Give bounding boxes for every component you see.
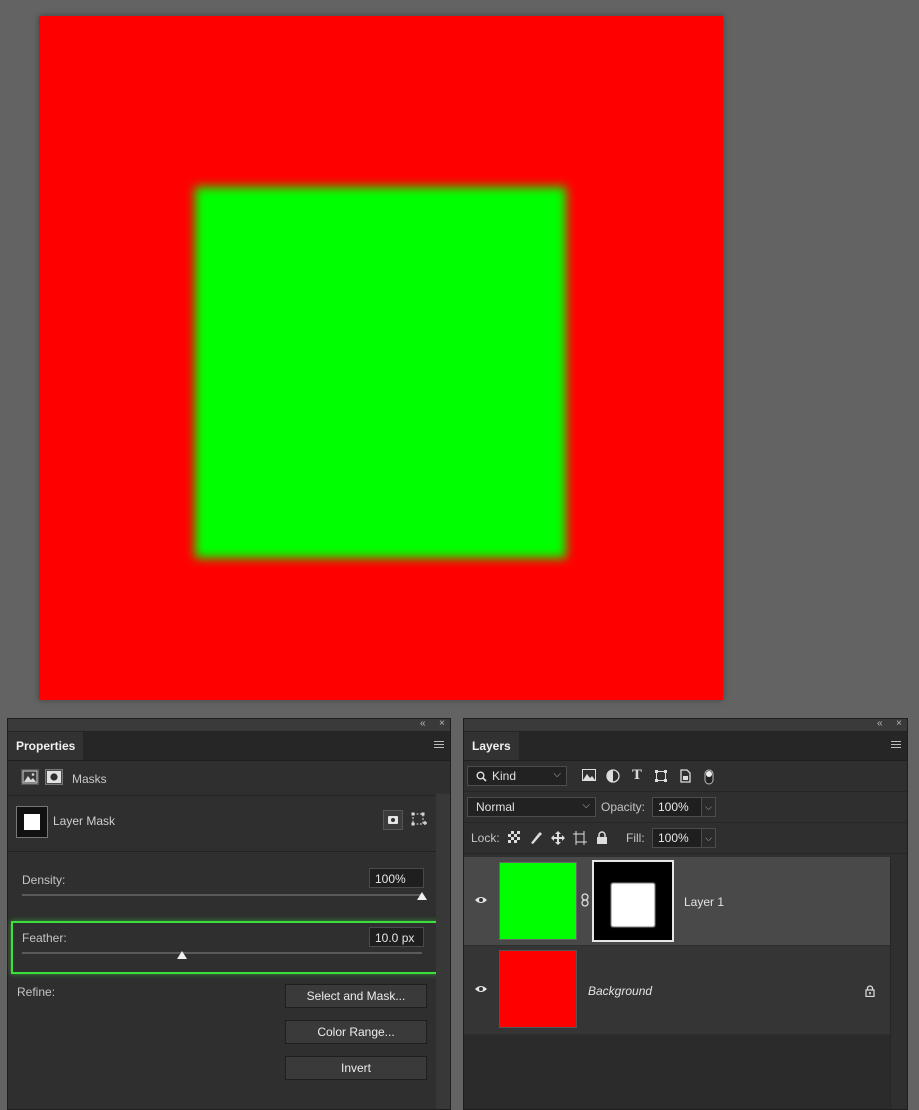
collapse-panel-button[interactable]: « bbox=[877, 718, 883, 730]
visibility-eye-icon[interactable] bbox=[474, 895, 488, 905]
feather-slider-handle[interactable] bbox=[177, 951, 187, 959]
properties-panel: « × Properties Masks Layer Mask Density:… bbox=[7, 718, 451, 1110]
fill-input[interactable]: 100% ⌵ bbox=[652, 828, 716, 848]
layer-thumbnail bbox=[499, 862, 577, 940]
chevron-down-icon: ⌵ bbox=[553, 769, 561, 780]
feather-slider-track[interactable] bbox=[22, 952, 422, 954]
layers-list: Layer 1 Background bbox=[464, 857, 891, 1037]
lock-fill-row: Lock: Fill: 100% ⌵ bbox=[464, 823, 907, 854]
panel-titlebar: « × bbox=[8, 718, 450, 732]
blend-mode-select[interactable]: Normal ⌵ bbox=[467, 797, 596, 817]
tab-layers[interactable]: Layers bbox=[464, 732, 519, 760]
layer-row-background[interactable]: Background bbox=[464, 946, 891, 1034]
filter-toggle-icon[interactable] bbox=[702, 769, 716, 785]
feather-input[interactable]: 10.0 px bbox=[369, 927, 424, 947]
pixel-filter-icon[interactable] bbox=[582, 769, 596, 783]
select-and-mask-button[interactable]: Select and Mask... bbox=[285, 984, 427, 1008]
layer-thumbnail bbox=[499, 950, 577, 1028]
layer-row-layer-1[interactable]: Layer 1 bbox=[464, 857, 891, 945]
panel-menu-icon[interactable] bbox=[434, 741, 444, 750]
lock-icon bbox=[865, 985, 875, 997]
smart-object-filter-icon[interactable] bbox=[678, 769, 692, 783]
color-range-button[interactable]: Color Range... bbox=[285, 1020, 427, 1044]
layer-filter-row: Kind ⌵ T bbox=[464, 761, 907, 792]
pixel-properties-icon[interactable] bbox=[21, 769, 39, 785]
density-input[interactable]: 100% bbox=[369, 868, 424, 888]
panel-menu-icon[interactable] bbox=[891, 741, 901, 750]
type-filter-icon[interactable]: T bbox=[630, 769, 644, 783]
lock-position-icon[interactable] bbox=[551, 831, 565, 845]
filter-kind-value: Kind bbox=[492, 769, 517, 783]
tab-properties[interactable]: Properties bbox=[8, 732, 84, 760]
fill-label: Fill: bbox=[626, 831, 645, 845]
opacity-value: 100% bbox=[658, 800, 689, 814]
blend-opacity-row: Normal ⌵ Opacity: 100% ⌵ bbox=[464, 792, 907, 823]
chevron-down-icon[interactable]: ⌵ bbox=[701, 828, 716, 848]
close-panel-button[interactable]: × bbox=[896, 718, 902, 730]
filter-kind-select[interactable]: Kind ⌵ bbox=[467, 766, 567, 786]
density-slider-handle[interactable] bbox=[417, 892, 427, 900]
lock-label: Lock: bbox=[471, 831, 500, 845]
panel-titlebar: « × bbox=[464, 718, 907, 732]
mask-properties-icon[interactable] bbox=[45, 769, 63, 785]
invert-button[interactable]: Invert bbox=[285, 1056, 427, 1080]
feather-label: Feather: bbox=[22, 931, 67, 945]
search-icon bbox=[476, 771, 487, 782]
layer-name[interactable]: Background bbox=[588, 984, 652, 998]
layers-scrollbar[interactable] bbox=[890, 857, 907, 1109]
lock-artboard-icon[interactable] bbox=[573, 831, 587, 845]
density-slider-track[interactable] bbox=[22, 894, 422, 896]
lock-all-icon[interactable] bbox=[595, 831, 609, 845]
masks-header: Masks bbox=[8, 761, 450, 796]
layers-empty-area bbox=[464, 1035, 891, 1109]
chevron-down-icon: ⌵ bbox=[582, 800, 590, 811]
add-vector-mask-icon[interactable] bbox=[410, 811, 428, 829]
document-canvas[interactable] bbox=[39, 16, 723, 700]
green-square-layer bbox=[195, 187, 566, 558]
adjustment-filter-icon[interactable] bbox=[606, 769, 620, 783]
layer-name[interactable]: Layer 1 bbox=[684, 895, 724, 909]
mask-thumbnail bbox=[16, 806, 48, 838]
close-panel-button[interactable]: × bbox=[439, 718, 445, 730]
properties-tabbar: Properties bbox=[8, 732, 450, 761]
visibility-eye-icon[interactable] bbox=[474, 984, 488, 994]
layer-mask-label: Layer Mask bbox=[53, 814, 116, 828]
select-pixel-mask-button[interactable] bbox=[383, 810, 403, 830]
opacity-label: Opacity: bbox=[601, 800, 646, 814]
masks-label: Masks bbox=[72, 772, 107, 786]
shape-filter-icon[interactable] bbox=[654, 769, 668, 783]
mask-link-icon[interactable] bbox=[581, 893, 589, 907]
collapse-panel-button[interactable]: « bbox=[420, 718, 426, 730]
chevron-down-icon[interactable]: ⌵ bbox=[701, 797, 716, 817]
lock-transparent-pixels-icon[interactable] bbox=[507, 831, 521, 845]
properties-scrollbar[interactable] bbox=[436, 794, 450, 1109]
layers-tabbar: Layers bbox=[464, 732, 907, 761]
layer-mask-thumbnail[interactable] bbox=[592, 860, 674, 942]
lock-image-pixels-icon[interactable] bbox=[529, 831, 543, 845]
fill-value: 100% bbox=[658, 831, 689, 845]
density-label: Density: bbox=[22, 873, 66, 887]
blend-mode-value: Normal bbox=[476, 800, 515, 814]
layer-mask-row: Layer Mask bbox=[8, 796, 450, 852]
refine-label: Refine: bbox=[17, 985, 56, 999]
layers-panel: « × Layers Kind ⌵ T Normal ⌵ Opacity: 10… bbox=[463, 718, 908, 1110]
opacity-input[interactable]: 100% ⌵ bbox=[652, 797, 716, 817]
